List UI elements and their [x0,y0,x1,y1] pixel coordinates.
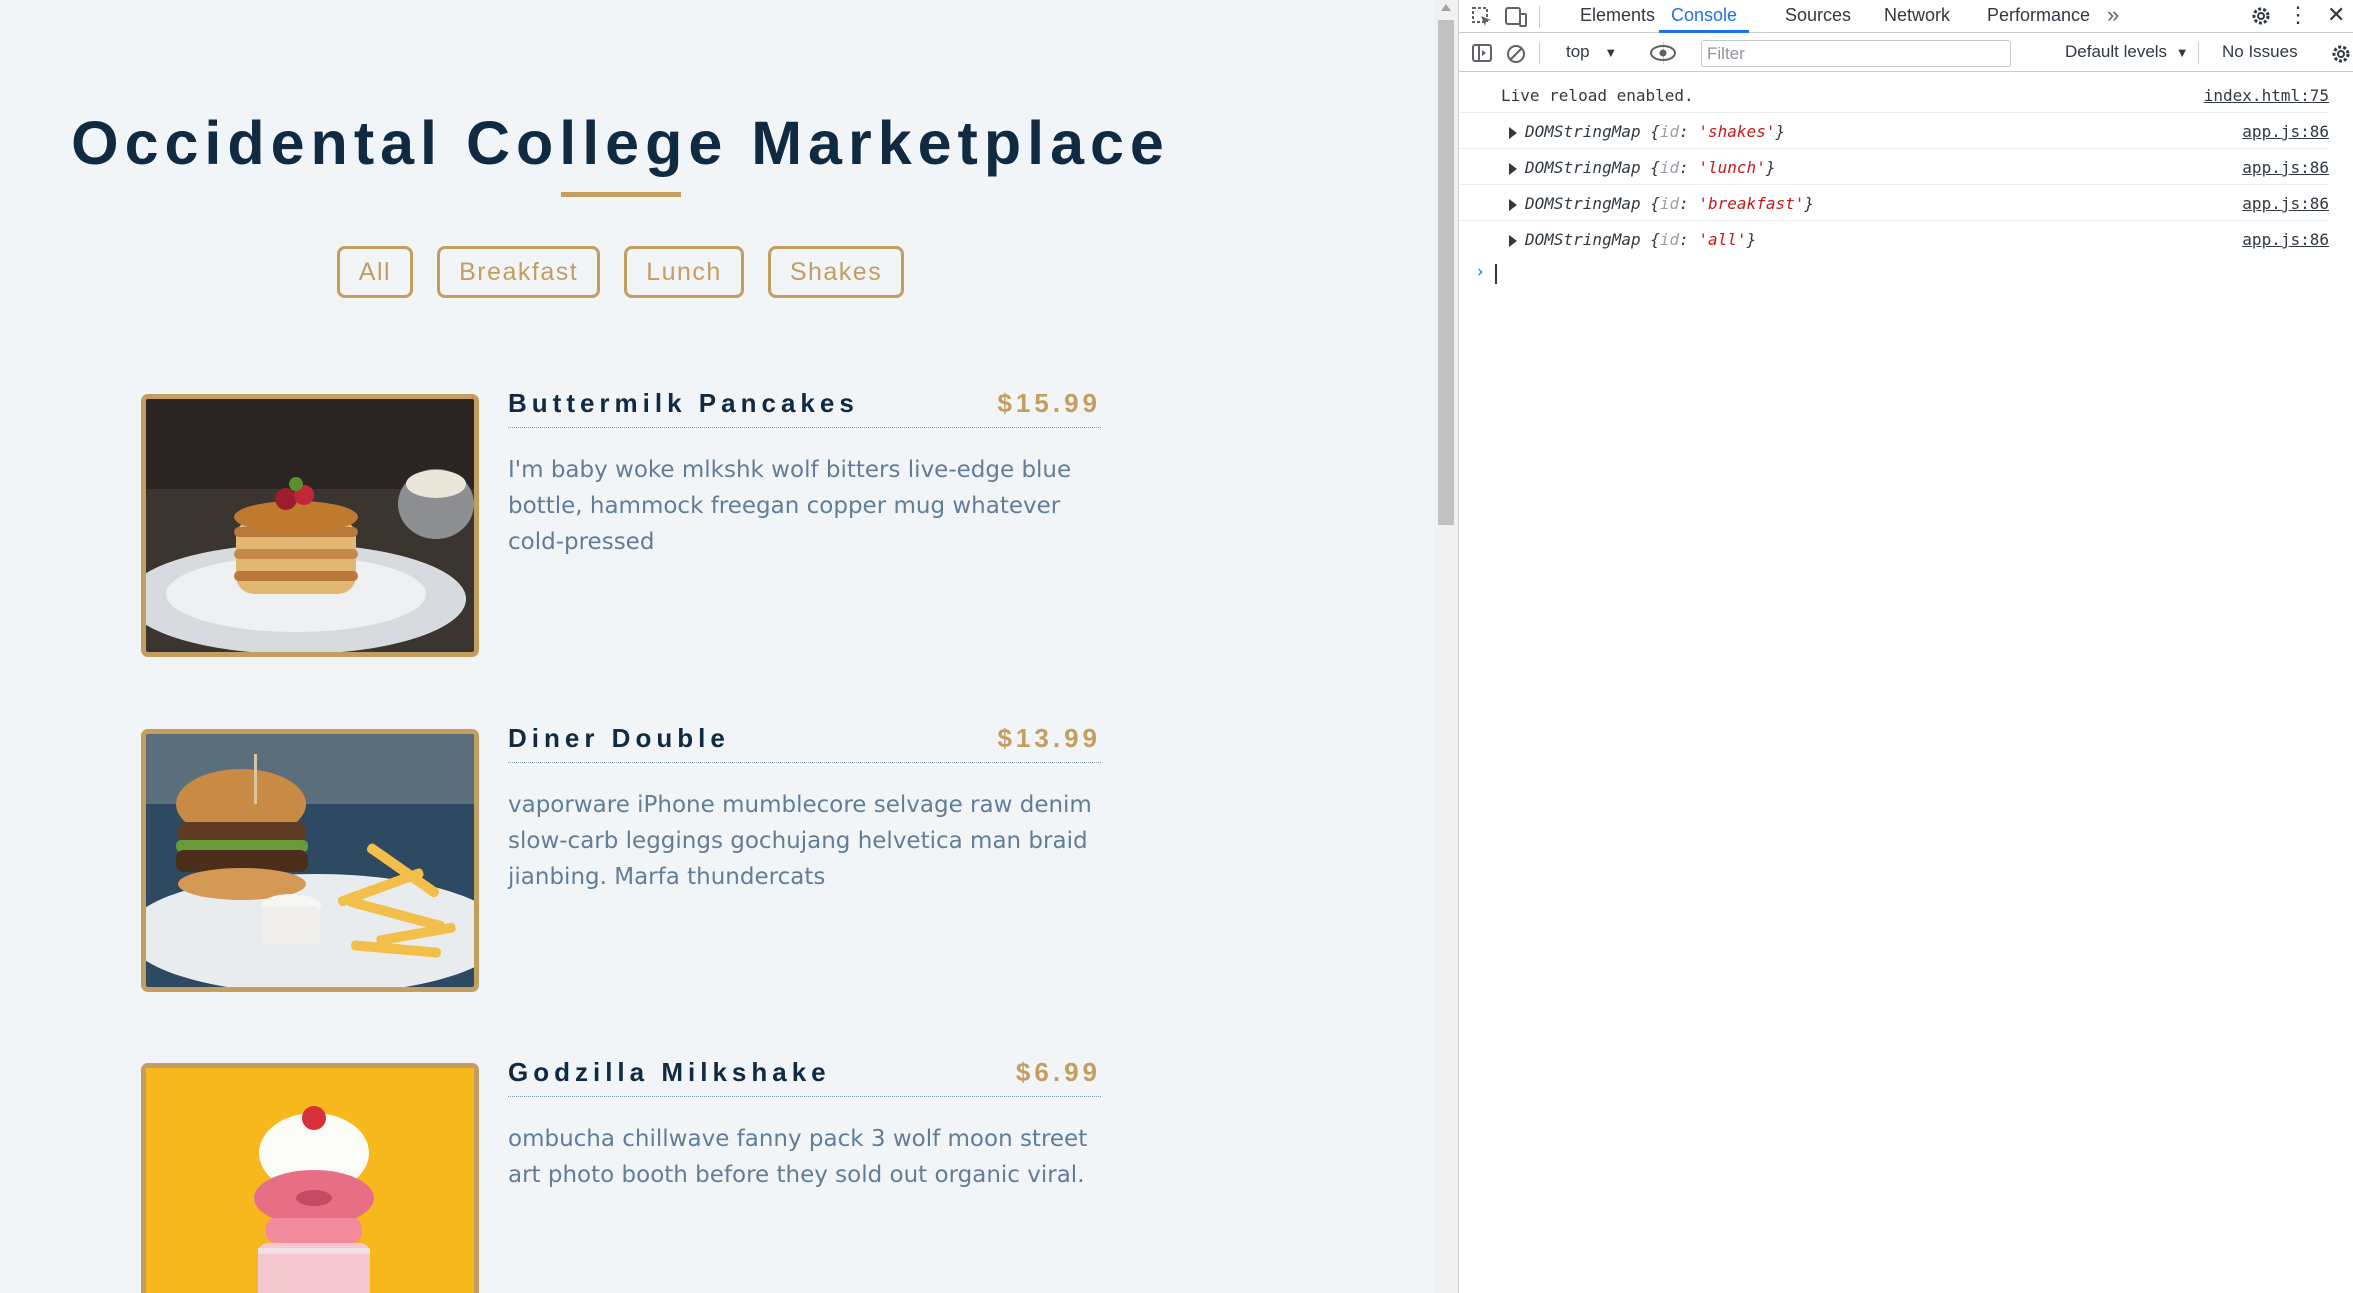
live-expression-eye-icon[interactable] [1649,42,1677,68]
object-value: 'all' [1698,230,1747,249]
tab-elements[interactable]: Elements [1580,0,1655,33]
message-source-link[interactable]: app.js:86 [2242,122,2329,141]
message-text: Live reload enabled. [1501,86,1694,105]
more-tabs-chevron-icon[interactable]: » [2107,4,2119,26]
tab-network[interactable]: Network [1884,0,1950,33]
message-source-link[interactable]: app.js:86 [2242,230,2329,249]
console-message[interactable]: DOMStringMap {id: 'lunch'} app.js:86 [1459,149,2329,185]
object-key: id [1659,194,1680,213]
devtools-panel: Elements Console Sources Network Perform… [1458,0,2353,1293]
sidebar-toggle-icon[interactable] [1471,43,1493,67]
object-preview: DOMStringMap {id: 'lunch'} [1525,158,1776,177]
object-preview: DOMStringMap {id: 'shakes'} [1525,122,1786,141]
dropdown-arrow-icon: ▼ [2175,45,2189,60]
devtools-tab-bar: Elements Console Sources Network Perform… [1459,0,2353,33]
object-preview: DOMStringMap {id: 'all'} [1525,230,1757,249]
console-settings-gear-icon[interactable] [2329,42,2353,70]
filter-bar: All Breakfast Lunch Shakes [0,246,1241,298]
console-message[interactable]: DOMStringMap {id: 'shakes'} app.js:86 [1459,113,2329,149]
more-options-icon[interactable]: ⋮ [2287,4,2309,26]
message-source-link[interactable]: index.html:75 [2204,86,2329,105]
clear-console-icon[interactable] [1505,43,1527,69]
item-price: $15.99 [997,388,1101,418]
filter-lunch-button[interactable]: Lunch [624,246,744,298]
item-description: ombucha chillwave fanny pack 3 wolf moon… [508,1126,1088,1188]
menu-item: Buttermilk Pancakes $15.99 I'm baby woke… [141,388,1101,657]
object-key: id [1659,158,1680,177]
expand-triangle-icon[interactable] [1509,127,1517,139]
message-source-link[interactable]: app.js:86 [2242,194,2329,213]
object-value: 'shakes' [1698,122,1776,141]
pancakes-photo [141,394,479,657]
milkshake-photo [141,1063,479,1293]
console-message[interactable]: DOMStringMap {id: 'all'} app.js:86 [1459,221,2329,257]
object-key: id [1659,122,1680,141]
console-input-caret[interactable] [1495,264,1497,284]
tab-sources[interactable]: Sources [1785,0,1851,33]
filter-all-button[interactable]: All [336,246,414,298]
menu-item: Diner Double $13.99 vaporware iPhone mum… [141,723,1101,992]
console-toolbar: top ▼ Default levels ▼ No Issues [1459,34,2353,72]
object-type: DOMStringMap [1525,122,1641,141]
log-levels-select[interactable]: Default levels ▼ [2065,42,2189,62]
console-message[interactable]: DOMStringMap {id: 'breakfast'} app.js:86 [1459,185,2329,221]
console-prompt-icon: › [1475,262,1486,282]
expand-triangle-icon[interactable] [1509,235,1517,247]
object-type: DOMStringMap [1525,230,1641,249]
context-select[interactable]: top ▼ [1566,42,1617,62]
scroll-up-arrow-icon[interactable] [1441,4,1451,11]
item-divider [508,427,1101,428]
title-underline [561,192,681,197]
object-value: 'lunch' [1698,158,1766,177]
object-type: DOMStringMap [1525,194,1641,213]
dropdown-arrow-icon: ▼ [1604,45,1618,60]
item-divider [508,1096,1101,1097]
inspect-element-icon[interactable] [1471,6,1493,32]
menu-item: Godzilla Milkshake $6.99 ombucha chillwa… [141,1057,1101,1293]
burger-photo [141,729,479,992]
item-divider [508,762,1101,763]
close-icon[interactable]: ✕ [2327,4,2345,26]
object-value: 'breakfast' [1698,194,1805,213]
tab-console[interactable]: Console [1659,0,1750,33]
object-preview: DOMStringMap {id: 'breakfast'} [1525,194,1814,213]
console-filter-input[interactable] [1701,40,2011,67]
page-scrollbar[interactable] [1434,0,1458,1293]
expand-triangle-icon[interactable] [1509,199,1517,211]
message-source-link[interactable]: app.js:86 [2242,158,2329,177]
object-key: id [1659,230,1680,249]
page-title: Occidental College Marketplace [71,109,1170,177]
context-value: top [1566,42,1590,61]
device-toolbar-icon[interactable] [1504,6,1528,32]
web-page: Occidental College Marketplace All Break… [0,0,1434,1293]
tab-performance[interactable]: Performance [1987,0,2090,33]
settings-gear-icon[interactable] [2249,4,2273,32]
log-levels-value: Default levels [2065,42,2168,61]
item-price: $13.99 [997,723,1101,753]
scrollbar-thumb[interactable] [1438,20,1454,525]
item-price: $6.99 [1015,1057,1101,1087]
filter-shakes-button[interactable]: Shakes [767,246,905,298]
console-message: Live reload enabled. index.html:75 [1459,77,2329,113]
item-description: I'm baby woke mlkshk wolf bitters live-e… [508,457,1072,555]
filter-breakfast-button[interactable]: Breakfast [437,246,601,298]
item-description: vaporware iPhone mumblecore selvage raw … [508,792,1092,890]
object-type: DOMStringMap [1525,158,1641,177]
expand-triangle-icon[interactable] [1509,163,1517,175]
issues-counter[interactable]: No Issues [2222,42,2298,62]
